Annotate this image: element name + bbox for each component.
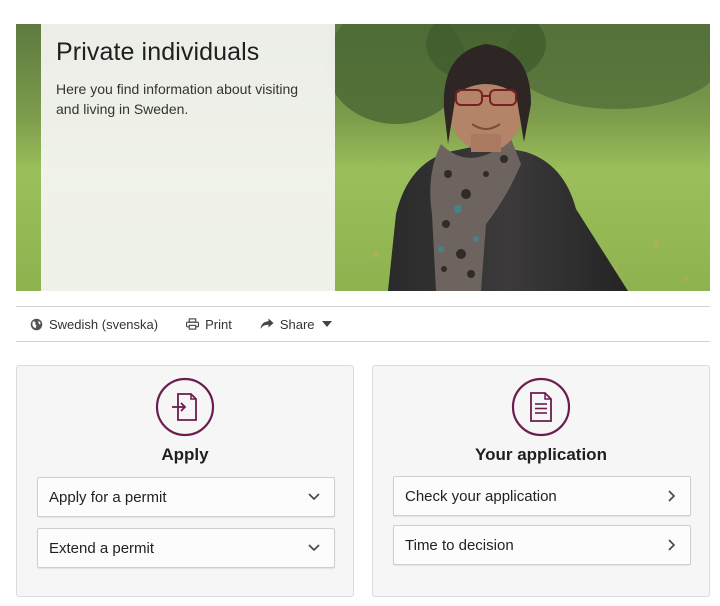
caret-down-icon — [321, 321, 332, 327]
item-label: Apply for a permit — [49, 488, 167, 506]
chevron-down-icon — [308, 493, 320, 501]
print-icon — [186, 318, 200, 330]
page-title: Private individuals — [56, 38, 260, 66]
item-label: Extend a permit — [49, 539, 155, 557]
apply-for-permit-item[interactable]: Apply for a permit — [37, 477, 335, 517]
extend-permit-item[interactable]: Extend a permit — [37, 528, 335, 568]
your-application-title: Your application — [475, 445, 607, 464]
item-label: Time to decision — [405, 536, 514, 554]
page-toolbar: Swedish (svenska) Print Share — [16, 306, 710, 342]
hero-banner: Private individuals Here you find inform… — [16, 24, 710, 291]
print-label: Print — [205, 316, 232, 332]
apply-card: Apply Apply for a permit Extend a permit — [16, 365, 354, 597]
language-link[interactable]: Swedish (svenska) — [30, 317, 158, 332]
language-label: Swedish (svenska) — [49, 316, 159, 332]
print-button[interactable]: Print — [186, 317, 232, 332]
globe-icon — [30, 318, 43, 330]
share-icon — [260, 318, 274, 329]
item-label: Check your application — [405, 487, 557, 505]
chevron-right-icon — [668, 539, 676, 551]
time-to-decision-item[interactable]: Time to decision — [393, 525, 691, 565]
document-lines-icon — [511, 377, 571, 437]
hero-text-panel: Private individuals Here you find inform… — [41, 24, 335, 291]
document-arrow-icon — [155, 377, 215, 437]
apply-title: Apply — [161, 445, 209, 464]
share-button[interactable]: Share — [260, 317, 332, 332]
share-label: Share — [279, 316, 315, 332]
chevron-right-icon — [668, 490, 676, 502]
chevron-down-icon — [308, 544, 320, 552]
hero-description: Here you find information about visiting… — [56, 81, 299, 117]
check-application-item[interactable]: Check your application — [393, 476, 691, 516]
your-application-card: Your application Check your application … — [372, 365, 710, 597]
